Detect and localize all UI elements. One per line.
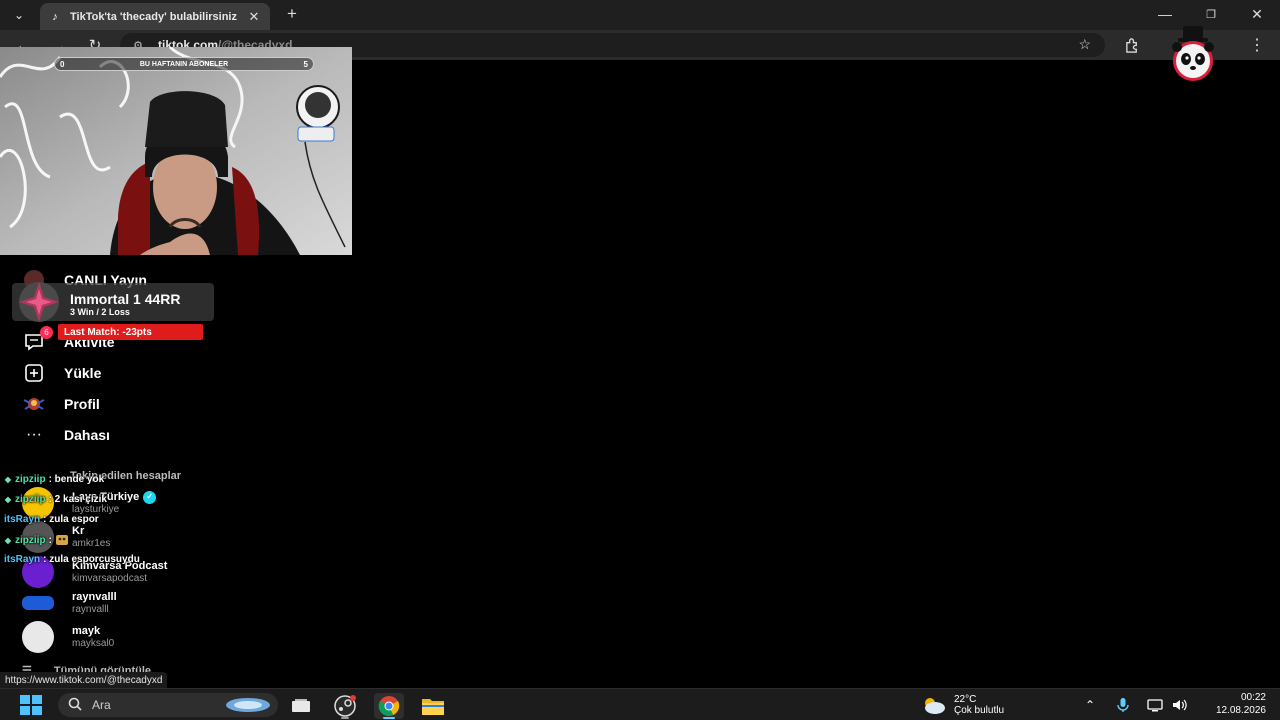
clock-time: 00:22	[1240, 692, 1266, 703]
clock-date: 12.08.2026	[1215, 704, 1266, 716]
microphone-icon[interactable]	[1113, 695, 1133, 715]
chat-badge-icon: ◆	[4, 535, 12, 545]
chat-username: itsRayn	[4, 554, 41, 565]
more-icon: ···	[26, 426, 42, 443]
tray-chevron-up-icon[interactable]: ⌃	[1080, 695, 1100, 715]
account-item[interactable]: raynvalll raynvalll	[22, 587, 117, 619]
close-window-button[interactable]: ✕	[1246, 4, 1268, 24]
chat-message: itsRayn : zula espor	[4, 514, 99, 525]
rank-title: Immortal 1 44RR	[70, 291, 181, 307]
account-name: raynvalll	[72, 591, 117, 604]
minimize-button[interactable]: —	[1154, 4, 1176, 24]
immortal-rank-icon	[19, 282, 59, 322]
chat-text: :	[48, 534, 52, 546]
taskbar-file-explorer[interactable]	[418, 693, 448, 719]
chat-username: zipziip	[15, 534, 46, 546]
webcam-feed	[0, 47, 352, 255]
activity-badge: 6	[40, 326, 53, 339]
verified-icon: ✓	[143, 491, 157, 504]
taskbar-task-view[interactable]	[286, 693, 316, 719]
weather-desc: Çok bulutlu	[954, 705, 1005, 716]
volume-icon[interactable]	[1170, 695, 1190, 715]
steam-icon	[334, 695, 356, 717]
windows-start-icon[interactable]	[20, 695, 42, 715]
search-highlight-icon	[226, 698, 270, 712]
panda-logo-icon	[1172, 26, 1214, 81]
network-icon[interactable]	[1145, 695, 1165, 715]
chat-text: : 2 kası çizik	[48, 494, 107, 505]
chat-badge-icon: ◆	[4, 475, 12, 484]
search-icon	[68, 697, 82, 714]
chat-emote-icon	[55, 535, 68, 545]
account-handle: amkr1es	[72, 537, 111, 549]
account-handle: mayksal0	[72, 637, 115, 649]
chat-username: zipziip	[15, 494, 46, 505]
chat-username: zipziip	[15, 474, 46, 485]
rank-record: 3 Win / 2 Loss	[70, 307, 130, 317]
bookmark-star-icon[interactable]: ☆	[1078, 36, 1091, 53]
sidebar-item-label: Profil	[64, 396, 100, 412]
taskbar: Ara 22°C Çok bulutlu ⌃ 00:22 12.08.2026	[0, 688, 1280, 720]
chat-username: itsRayn	[4, 514, 41, 525]
subs-label: BU HAFTANIN ABONELER	[139, 60, 229, 68]
chat-message: ◆ zipziip : bende yok	[4, 474, 104, 485]
folder-icon	[422, 699, 444, 715]
avatar	[22, 596, 54, 610]
screen: ⌄ ♪ TikTok'ta 'thecady' bulabilirsiniz ✕…	[0, 0, 1280, 720]
search-placeholder: Ara	[92, 698, 111, 712]
profile-avatar	[22, 392, 46, 416]
cloud-sun-icon	[925, 698, 945, 714]
taskbar-clock[interactable]: 00:22 12.08.2026	[1196, 692, 1266, 717]
weather-widget[interactable]: 22°C Çok bulutlu	[920, 692, 1004, 718]
restore-button[interactable]: ❐	[1200, 4, 1222, 24]
account-name: mayk	[72, 625, 101, 638]
account-handle: raynvalll	[72, 603, 109, 615]
tiktok-icon: ♪	[52, 10, 58, 23]
link-status-bar: https://www.tiktok.com/@thecadyxd	[0, 672, 168, 688]
chat-message: ◆ zipziip :	[4, 534, 69, 546]
subscriber-goal-bar: 0 BU HAFTANIN ABONELER 5	[54, 57, 314, 71]
sidebar-item-profile[interactable]: Profil	[22, 392, 100, 416]
tab-close-icon[interactable]: ✕	[246, 9, 262, 25]
sidebar-item-upload[interactable]: Yükle	[22, 361, 101, 385]
chrome-icon	[378, 696, 400, 716]
last-match-label: Last Match: -23pts	[58, 324, 203, 340]
sidebar-item-label: Yükle	[64, 365, 102, 381]
chat-message: itsRayn : zula esporcusuydu	[4, 554, 140, 565]
tab-title: TikTok'ta 'thecady' bulabilirsiniz	[70, 10, 237, 23]
tab-search-chevron-icon[interactable]: ⌄	[8, 5, 30, 25]
browser-menu-icon[interactable]: ⋮	[1246, 35, 1268, 55]
taskbar-search[interactable]: Ara	[58, 693, 278, 717]
avatar	[22, 621, 54, 653]
upload-icon	[22, 361, 46, 385]
account-handle: kimvarsapodcast	[72, 572, 148, 584]
task-view-icon	[292, 699, 310, 712]
new-tab-button[interactable]: +	[282, 4, 302, 24]
chat-message: ◆ zipziip : 2 kası çizik	[4, 494, 107, 505]
rank-overlay: Immortal 1 44RR 3 Win / 2 Loss	[12, 282, 214, 322]
message-icon: 6	[22, 326, 53, 354]
sidebar-item-more[interactable]: ··· Dahası	[22, 423, 110, 447]
account-item[interactable]: mayk mayksal0	[22, 621, 114, 653]
subs-right-value: 5	[303, 59, 308, 69]
browser-tabstrip: ⌄ ♪ TikTok'ta 'thecady' bulabilirsiniz ✕…	[0, 0, 1280, 30]
weather-temp: 22°C	[954, 693, 977, 705]
chat-text: : zula espor	[43, 514, 99, 525]
browser-tab[interactable]: ♪ TikTok'ta 'thecady' bulabilirsiniz ✕	[40, 3, 270, 30]
account-name: Kr	[72, 525, 85, 538]
chat-text: : zula esporcusuydu	[43, 554, 140, 565]
extensions-icon[interactable]	[1121, 35, 1143, 55]
chat-text: : bende yok	[48, 474, 105, 485]
sidebar-item-label: Dahası	[64, 427, 110, 443]
chat-badge-icon: ◆	[4, 495, 12, 504]
webcam-overlay: 0 BU HAFTANIN ABONELER 5	[0, 47, 352, 255]
taskbar-steam[interactable]	[330, 693, 360, 719]
taskbar-chrome[interactable]	[374, 693, 404, 719]
